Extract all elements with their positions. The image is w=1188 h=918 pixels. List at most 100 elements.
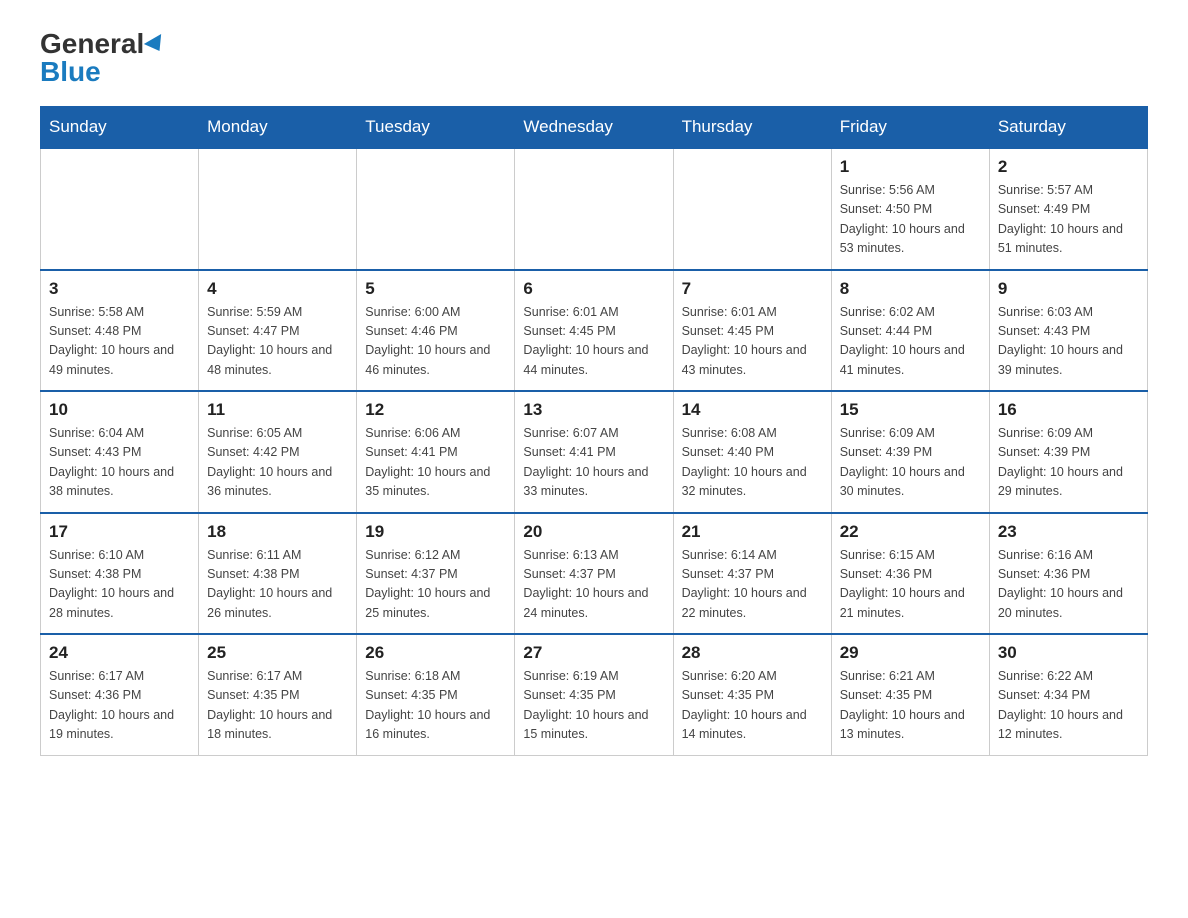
- sunset-text: Sunset: 4:44 PM: [840, 324, 932, 338]
- sunset-text: Sunset: 4:42 PM: [207, 445, 299, 459]
- daylight-text: Daylight: 10 hours and 36 minutes.: [207, 465, 332, 498]
- sun-info: Sunrise: 6:08 AM Sunset: 4:40 PM Dayligh…: [682, 424, 823, 502]
- calendar-cell: 28 Sunrise: 6:20 AM Sunset: 4:35 PM Dayl…: [673, 634, 831, 755]
- sun-info: Sunrise: 6:12 AM Sunset: 4:37 PM Dayligh…: [365, 546, 506, 624]
- day-header-wednesday: Wednesday: [515, 107, 673, 149]
- sunrise-text: Sunrise: 5:56 AM: [840, 183, 935, 197]
- daylight-text: Daylight: 10 hours and 18 minutes.: [207, 708, 332, 741]
- daylight-text: Daylight: 10 hours and 48 minutes.: [207, 343, 332, 376]
- daylight-text: Daylight: 10 hours and 53 minutes.: [840, 222, 965, 255]
- calendar-header-row: SundayMondayTuesdayWednesdayThursdayFrid…: [41, 107, 1148, 149]
- daylight-text: Daylight: 10 hours and 51 minutes.: [998, 222, 1123, 255]
- day-header-thursday: Thursday: [673, 107, 831, 149]
- sunrise-text: Sunrise: 6:12 AM: [365, 548, 460, 562]
- sun-info: Sunrise: 6:05 AM Sunset: 4:42 PM Dayligh…: [207, 424, 348, 502]
- day-number: 24: [49, 643, 190, 663]
- sunrise-text: Sunrise: 5:59 AM: [207, 305, 302, 319]
- day-number: 5: [365, 279, 506, 299]
- sunrise-text: Sunrise: 6:09 AM: [840, 426, 935, 440]
- sunset-text: Sunset: 4:47 PM: [207, 324, 299, 338]
- sunrise-text: Sunrise: 6:22 AM: [998, 669, 1093, 683]
- sunrise-text: Sunrise: 6:21 AM: [840, 669, 935, 683]
- sunrise-text: Sunrise: 6:03 AM: [998, 305, 1093, 319]
- calendar-table: SundayMondayTuesdayWednesdayThursdayFrid…: [40, 106, 1148, 756]
- calendar-cell: 27 Sunrise: 6:19 AM Sunset: 4:35 PM Dayl…: [515, 634, 673, 755]
- page-header: General Blue: [40, 30, 1148, 86]
- sun-info: Sunrise: 6:14 AM Sunset: 4:37 PM Dayligh…: [682, 546, 823, 624]
- day-number: 19: [365, 522, 506, 542]
- daylight-text: Daylight: 10 hours and 13 minutes.: [840, 708, 965, 741]
- sunrise-text: Sunrise: 6:17 AM: [207, 669, 302, 683]
- sun-info: Sunrise: 6:10 AM Sunset: 4:38 PM Dayligh…: [49, 546, 190, 624]
- sun-info: Sunrise: 6:20 AM Sunset: 4:35 PM Dayligh…: [682, 667, 823, 745]
- sun-info: Sunrise: 6:02 AM Sunset: 4:44 PM Dayligh…: [840, 303, 981, 381]
- calendar-cell: 10 Sunrise: 6:04 AM Sunset: 4:43 PM Dayl…: [41, 391, 199, 513]
- sunset-text: Sunset: 4:41 PM: [365, 445, 457, 459]
- sunrise-text: Sunrise: 6:18 AM: [365, 669, 460, 683]
- calendar-cell: 20 Sunrise: 6:13 AM Sunset: 4:37 PM Dayl…: [515, 513, 673, 635]
- sunrise-text: Sunrise: 6:07 AM: [523, 426, 618, 440]
- daylight-text: Daylight: 10 hours and 44 minutes.: [523, 343, 648, 376]
- day-number: 12: [365, 400, 506, 420]
- day-number: 18: [207, 522, 348, 542]
- daylight-text: Daylight: 10 hours and 41 minutes.: [840, 343, 965, 376]
- sun-info: Sunrise: 6:11 AM Sunset: 4:38 PM Dayligh…: [207, 546, 348, 624]
- daylight-text: Daylight: 10 hours and 19 minutes.: [49, 708, 174, 741]
- calendar-cell: 23 Sunrise: 6:16 AM Sunset: 4:36 PM Dayl…: [989, 513, 1147, 635]
- sunset-text: Sunset: 4:35 PM: [682, 688, 774, 702]
- week-row-2: 3 Sunrise: 5:58 AM Sunset: 4:48 PM Dayli…: [41, 270, 1148, 392]
- daylight-text: Daylight: 10 hours and 33 minutes.: [523, 465, 648, 498]
- daylight-text: Daylight: 10 hours and 25 minutes.: [365, 586, 490, 619]
- calendar-cell: 24 Sunrise: 6:17 AM Sunset: 4:36 PM Dayl…: [41, 634, 199, 755]
- daylight-text: Daylight: 10 hours and 38 minutes.: [49, 465, 174, 498]
- calendar-cell: 25 Sunrise: 6:17 AM Sunset: 4:35 PM Dayl…: [199, 634, 357, 755]
- sunset-text: Sunset: 4:45 PM: [523, 324, 615, 338]
- sunset-text: Sunset: 4:46 PM: [365, 324, 457, 338]
- calendar-cell: 30 Sunrise: 6:22 AM Sunset: 4:34 PM Dayl…: [989, 634, 1147, 755]
- logo: General Blue: [40, 30, 166, 86]
- day-number: 14: [682, 400, 823, 420]
- day-number: 21: [682, 522, 823, 542]
- day-number: 20: [523, 522, 664, 542]
- sun-info: Sunrise: 6:07 AM Sunset: 4:41 PM Dayligh…: [523, 424, 664, 502]
- calendar-cell: [199, 148, 357, 270]
- sunset-text: Sunset: 4:35 PM: [207, 688, 299, 702]
- calendar-cell: 29 Sunrise: 6:21 AM Sunset: 4:35 PM Dayl…: [831, 634, 989, 755]
- sunset-text: Sunset: 4:36 PM: [840, 567, 932, 581]
- sun-info: Sunrise: 6:22 AM Sunset: 4:34 PM Dayligh…: [998, 667, 1139, 745]
- sunrise-text: Sunrise: 6:01 AM: [523, 305, 618, 319]
- sunset-text: Sunset: 4:37 PM: [682, 567, 774, 581]
- sunrise-text: Sunrise: 6:20 AM: [682, 669, 777, 683]
- daylight-text: Daylight: 10 hours and 32 minutes.: [682, 465, 807, 498]
- sunrise-text: Sunrise: 6:15 AM: [840, 548, 935, 562]
- sun-info: Sunrise: 6:04 AM Sunset: 4:43 PM Dayligh…: [49, 424, 190, 502]
- sunrise-text: Sunrise: 6:05 AM: [207, 426, 302, 440]
- sunset-text: Sunset: 4:35 PM: [523, 688, 615, 702]
- sunset-text: Sunset: 4:36 PM: [49, 688, 141, 702]
- sunrise-text: Sunrise: 6:10 AM: [49, 548, 144, 562]
- logo-line1: General: [40, 30, 166, 58]
- sun-info: Sunrise: 6:18 AM Sunset: 4:35 PM Dayligh…: [365, 667, 506, 745]
- day-header-sunday: Sunday: [41, 107, 199, 149]
- daylight-text: Daylight: 10 hours and 16 minutes.: [365, 708, 490, 741]
- calendar-cell: 11 Sunrise: 6:05 AM Sunset: 4:42 PM Dayl…: [199, 391, 357, 513]
- sunrise-text: Sunrise: 6:11 AM: [207, 548, 301, 562]
- calendar-cell: 15 Sunrise: 6:09 AM Sunset: 4:39 PM Dayl…: [831, 391, 989, 513]
- daylight-text: Daylight: 10 hours and 30 minutes.: [840, 465, 965, 498]
- day-header-monday: Monday: [199, 107, 357, 149]
- daylight-text: Daylight: 10 hours and 21 minutes.: [840, 586, 965, 619]
- day-number: 6: [523, 279, 664, 299]
- daylight-text: Daylight: 10 hours and 35 minutes.: [365, 465, 490, 498]
- sunrise-text: Sunrise: 6:08 AM: [682, 426, 777, 440]
- daylight-text: Daylight: 10 hours and 49 minutes.: [49, 343, 174, 376]
- sunset-text: Sunset: 4:49 PM: [998, 202, 1090, 216]
- sun-info: Sunrise: 6:00 AM Sunset: 4:46 PM Dayligh…: [365, 303, 506, 381]
- daylight-text: Daylight: 10 hours and 22 minutes.: [682, 586, 807, 619]
- calendar-cell: [673, 148, 831, 270]
- sun-info: Sunrise: 6:09 AM Sunset: 4:39 PM Dayligh…: [840, 424, 981, 502]
- sunrise-text: Sunrise: 6:19 AM: [523, 669, 618, 683]
- sunset-text: Sunset: 4:38 PM: [49, 567, 141, 581]
- sunset-text: Sunset: 4:36 PM: [998, 567, 1090, 581]
- day-number: 8: [840, 279, 981, 299]
- calendar-cell: [515, 148, 673, 270]
